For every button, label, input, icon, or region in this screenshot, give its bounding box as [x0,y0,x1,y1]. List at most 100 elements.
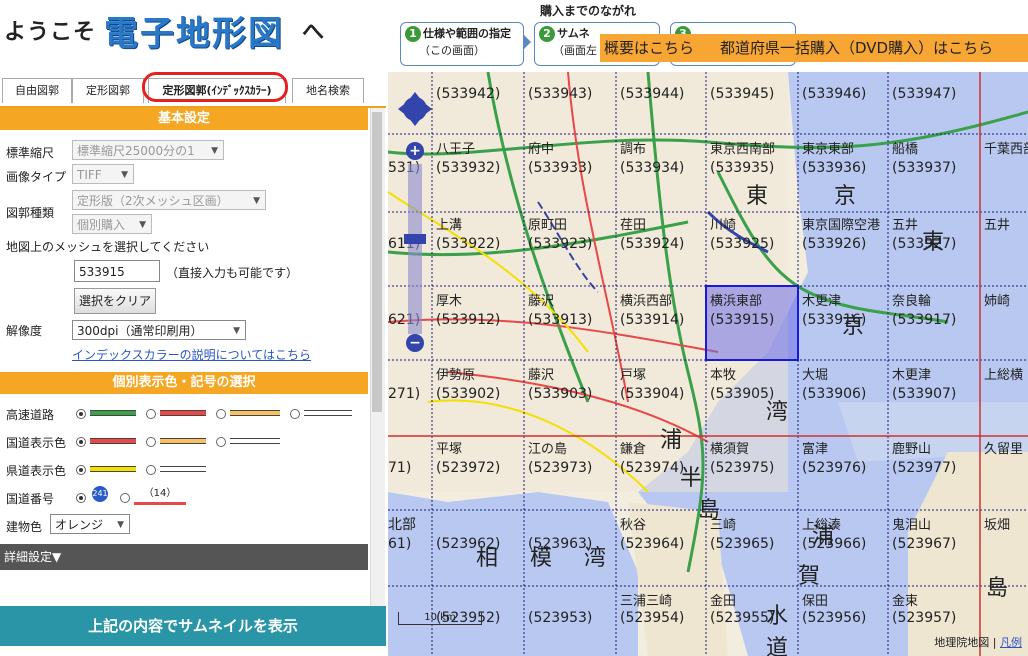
mesh-label: (533947) [892,86,957,102]
red-swatch [90,438,136,444]
map-kanji: 島 [986,576,1009,601]
mesh-label: (533922) [436,236,501,252]
dvd-purchase-button[interactable]: 都道府県一括購入（DVD購入）はこちら [716,34,1028,62]
place-name: 奈良輪 [892,294,932,309]
place-name: 鎌倉 [620,442,647,457]
overview-button[interactable]: 概要はこちら [600,34,716,62]
route-number-text-radio[interactable] [120,493,130,503]
national-road-label: 国道表示色 [6,436,67,450]
mesh-label: (533935) [710,160,775,176]
tab-fixed-frame[interactable]: 定形図郭 [72,78,144,103]
building-color-select[interactable]: オレンジ ▼ [50,514,130,534]
map-credit: 地理院地図 | 凡例 [934,636,1022,649]
place-name: 船橋 [892,142,919,157]
mesh-label: (533912) [436,312,501,328]
route-number-label: 国道番号 [6,492,55,506]
tab-free-frame[interactable]: 自由図郭 [2,78,72,103]
map-kanji: 東 [746,184,769,209]
national-color-orange-radio[interactable] [146,437,156,447]
national-color-red-radio[interactable] [76,437,86,447]
map-kanji: 湾 [766,400,789,425]
basic-settings-header: 基本設定 [0,108,368,130]
welcome-suffix: へ [302,20,325,45]
place-name: 木更津 [892,368,932,383]
place-name: 本牧 [710,368,737,383]
orange-swatch [230,410,280,416]
route-number-shield-radio[interactable] [76,493,86,503]
map-kanji: 相 [476,546,499,571]
national-color-white-radio[interactable] [216,437,226,447]
place-name: 調布 [620,142,647,157]
zoom-in-button[interactable]: + [406,142,424,160]
prefectural-color-white-radio[interactable] [146,465,156,475]
scrollbar-thumb[interactable] [372,112,382,412]
place-name: 川崎 [710,218,737,233]
mesh-label: (523957) [892,610,957,626]
mesh-label: (523974) [620,460,685,476]
place-name: 横浜東部 [710,294,763,309]
place-name: 千葉西部 [984,142,1028,157]
place-name: 平塚 [436,442,463,457]
map-kanji: 水 [766,604,789,629]
place-name: 久留里 [984,442,1024,457]
chevron-down-icon: ▼ [139,220,146,230]
place-name: 横須賀 [710,442,750,457]
scale-select[interactable]: 標準縮尺25000分の1 ▼ [72,140,224,160]
zoom-slider[interactable] [408,164,422,334]
place-name: 原町田 [528,218,568,233]
advanced-settings-toggle[interactable]: 詳細設定▼ [0,544,368,570]
red-swatch [160,410,206,416]
highway-color-orange-radio[interactable] [216,409,226,419]
mesh-label: (533945) [710,86,775,102]
place-name: 五井 [892,218,919,233]
mesh-code-input[interactable]: 533915 [74,260,160,282]
place-name: 金田 [710,594,737,609]
mesh-label: (523956) [802,610,867,626]
place-name: 藤沢 [528,368,555,383]
highway-color-green-radio[interactable] [76,409,86,419]
tab-place-search[interactable]: 地名検索 [292,78,364,103]
map-kanji: 京 [834,184,857,209]
step-subtext: （この画面） [419,44,485,57]
mesh-label: (533905) [710,386,775,402]
place-name: 上溝 [436,218,463,233]
place-name: 上総横 [984,368,1024,383]
pan-control[interactable] [398,92,432,126]
show-thumbnail-button[interactable]: 上記の内容でサムネイルを表示 [0,606,386,646]
mesh-label: (523967) [892,536,957,552]
place-name: 鹿野山 [892,442,932,457]
mesh-input-hint: （直接入力も可能です） [166,266,299,280]
mesh-label: (533936) [802,160,867,176]
map-kanji: 半 [680,466,703,491]
step-number: 1 [405,26,421,42]
prefectural-color-yellow-radio[interactable] [76,465,86,475]
legend-link[interactable]: 凡例 [1000,636,1022,649]
white-swatch [230,438,280,444]
image-type-value: TIFF [77,168,102,182]
mesh-label: (533917) [892,312,957,328]
zoom-out-button[interactable]: − [406,334,424,352]
pan-arrows-icon[interactable] [398,92,432,126]
purchase-type-select[interactable]: 個別購入 ▼ [72,214,152,234]
clear-selection-button[interactable]: 選択をクリア [74,288,157,314]
place-name: 姉崎 [984,294,1011,309]
edge-label: 71) [388,460,412,476]
mesh-label: (533943) [528,86,593,102]
place-name: 五井 [984,218,1011,233]
tab-fixed-frame-index-color[interactable]: 定形図郭(ｲﾝﾃﾞｯｸｽｶﾗｰ) [148,78,286,103]
highway-color-red-radio[interactable] [146,409,156,419]
map-view[interactable]: (533942) (533943) (533944) (533945) (533… [388,72,1028,656]
index-color-help-link[interactable]: インデックスカラーの説明についてはこちら [72,346,311,363]
resolution-select[interactable]: 300dpi（通常印刷用） ▼ [72,320,246,340]
map-type-select[interactable]: 定形版（2次メッシュ区画） ▼ [72,190,266,210]
image-type-select[interactable]: TIFF ▼ [72,164,134,184]
selected-mesh-label[interactable]: (533915) [710,312,774,328]
place-name: 厚木 [436,294,463,309]
mesh-label: (533923) [528,236,593,252]
highway-color-white-radio[interactable] [290,409,300,419]
mesh-label: (523973) [528,460,593,476]
route-shield-icon: 241 [92,486,108,502]
mesh-label: (523975) [710,460,775,476]
place-name: 府中 [528,142,555,157]
zoom-slider-handle[interactable] [404,234,426,244]
